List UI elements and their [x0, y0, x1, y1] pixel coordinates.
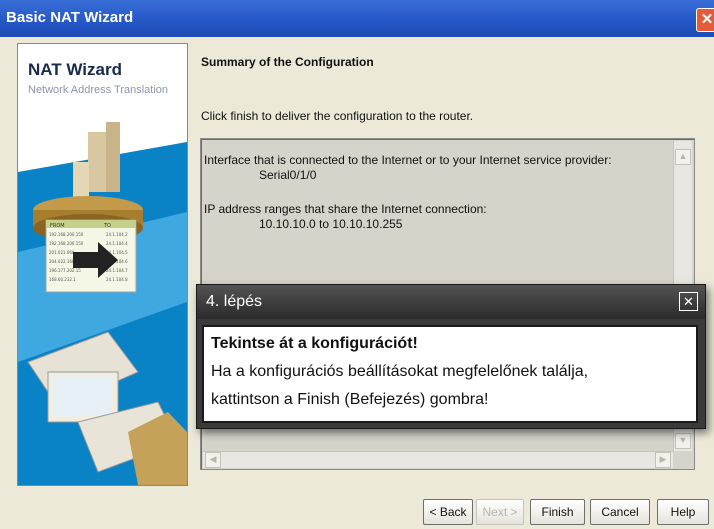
window-title: Basic NAT Wizard: [6, 9, 134, 26]
window-close-button[interactable]: ✕: [696, 8, 714, 32]
scroll-right-icon[interactable]: ▶: [655, 452, 671, 468]
scroll-left-icon[interactable]: ◀: [205, 452, 221, 468]
section-title: Summary of the Configuration: [201, 55, 374, 69]
summary-line: IP address ranges that share the Interne…: [204, 202, 487, 216]
step-popup: 4. lépés ✕ Tekintse át a konfigurációt! …: [196, 284, 706, 429]
popup-text-line: Ha a konfigurációs beállításokat megfele…: [211, 363, 589, 380]
nat-table-row-2-from: 201.021.060: [49, 250, 75, 255]
help-button[interactable]: Help: [657, 499, 709, 525]
popup-title: 4. lépés: [206, 293, 263, 310]
popup-header: 4. lépés ✕: [197, 285, 705, 319]
window-titlebar[interactable]: Basic NAT Wizard ✕: [0, 0, 714, 37]
next-button[interactable]: Next >: [476, 499, 524, 525]
wizard-title: NAT Wizard: [28, 60, 122, 79]
popup-body: Tekintse át a konfigurációt! Ha a konfig…: [202, 325, 698, 423]
nat-table-row-1-to: 24.1.104.4: [106, 241, 128, 246]
wizard-subtitle: Network Address Translation: [28, 84, 169, 96]
wizard-side-panel: NAT Wizard Network Address Translation F…: [17, 43, 188, 486]
nat-table-header-from: FROM: [50, 223, 65, 229]
wizard-button-bar: < Back Next > Finish Cancel Help: [0, 496, 714, 529]
nat-table-header-to: TO: [103, 223, 111, 229]
cancel-button[interactable]: Cancel: [590, 499, 650, 525]
scroll-up-icon[interactable]: ▲: [675, 149, 691, 165]
popup-close-icon[interactable]: ✕: [679, 292, 698, 311]
popup-heading: Tekintse át a konfigurációt!: [211, 335, 418, 352]
nat-table-row-0-to: 24.1.104.2: [106, 232, 128, 237]
nat-table-row-5-from: 168.60.232.1: [49, 277, 76, 282]
finish-button[interactable]: Finish: [530, 499, 585, 525]
summary-line: 10.10.10.0 to 10.10.10.255: [259, 217, 403, 231]
back-button[interactable]: < Back: [423, 499, 473, 525]
horizontal-scrollbar[interactable]: ◀ ▶: [203, 451, 673, 468]
summary-line: Serial0/1/0: [259, 168, 317, 182]
nat-table-row-1-from: 192.168.200.150: [49, 241, 84, 246]
nat-illustration: FROM TO 192.168.200.150 24.1.104.2 192.1…: [18, 102, 187, 485]
nat-table-row-5-to: 24.1.104.8: [106, 277, 128, 282]
popup-text-line: kattintson a Finish (Befejezés) gombra!: [211, 391, 489, 408]
nat-table-row-3-from: 204.022.160: [49, 259, 75, 264]
nat-table-row-0-from: 192.168.200.150: [49, 232, 84, 237]
nat-table-row-4-to: 24.1.104.7: [106, 268, 128, 273]
scroll-down-icon[interactable]: ▼: [675, 433, 691, 449]
summary-line: Interface that is connected to the Inter…: [204, 153, 612, 167]
nat-table-row-4-from: 196.177.202.15: [49, 268, 81, 273]
instruction-text: Click finish to deliver the configuratio…: [201, 109, 474, 123]
